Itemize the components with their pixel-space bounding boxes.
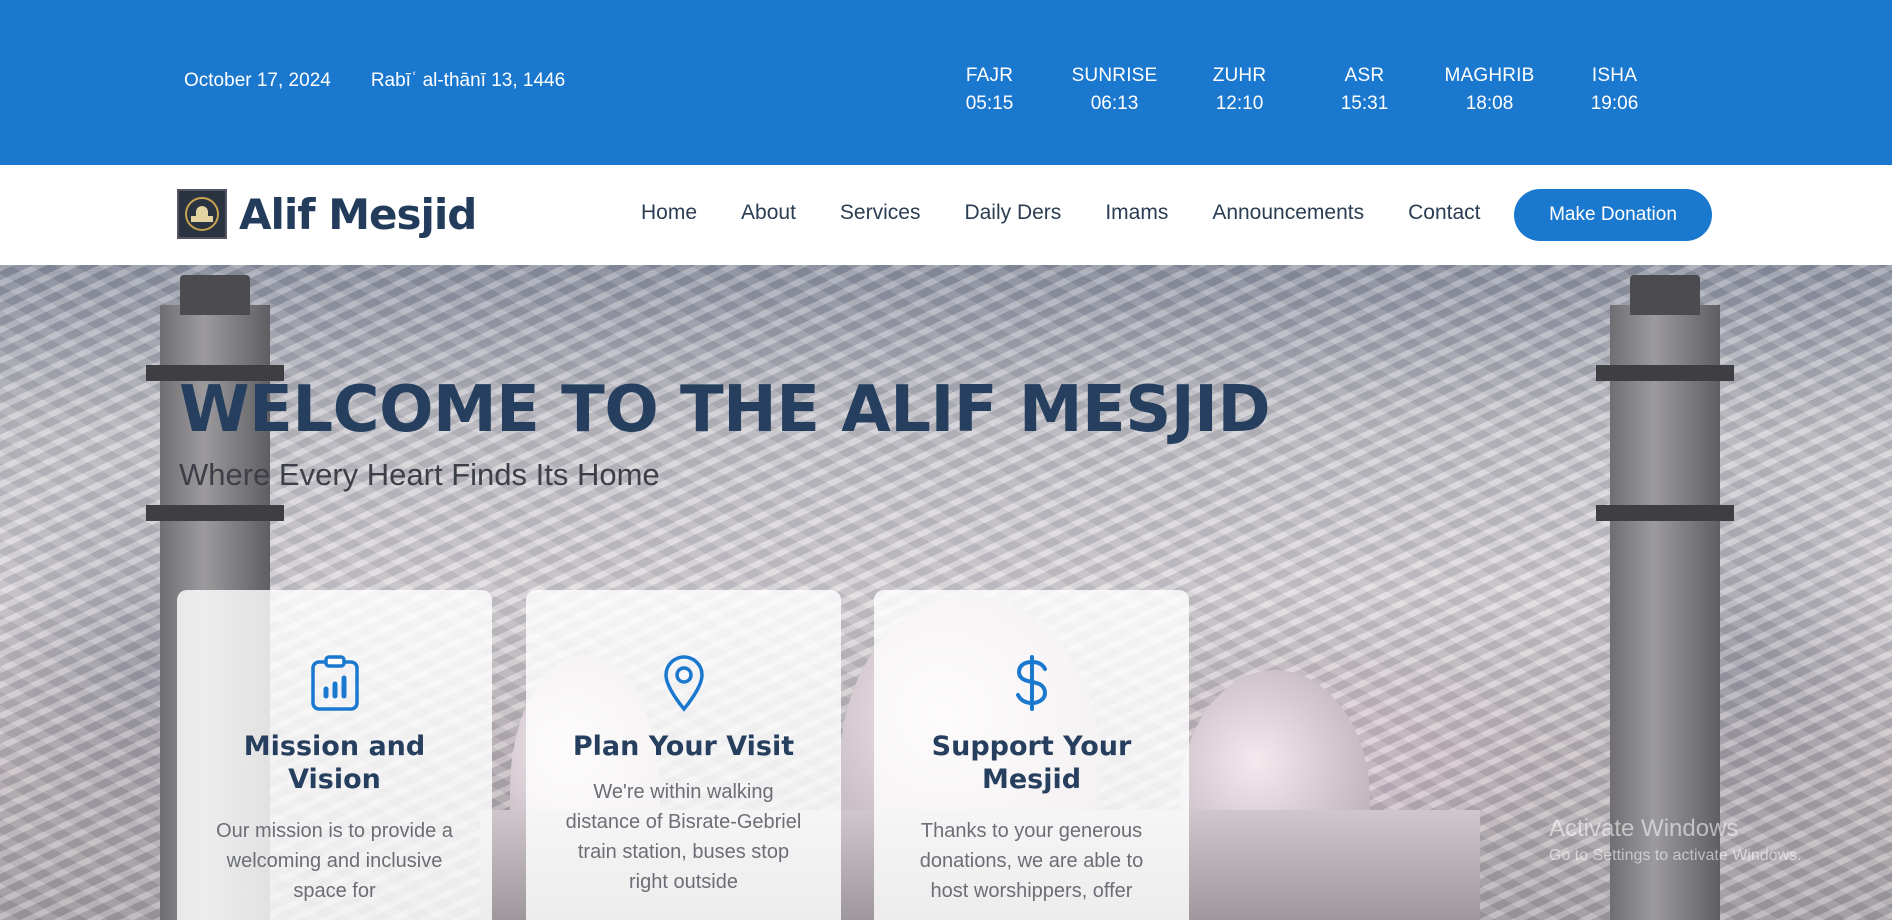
hero-subtitle: Where Every Heart Finds Its Home	[179, 457, 660, 492]
prayer-time: 06:13	[1090, 93, 1139, 114]
prayer-time: 12:10	[1215, 93, 1264, 114]
nav-item-about[interactable]: About	[741, 201, 796, 225]
prayer-isha: ISHA 19:06	[1552, 62, 1677, 118]
map-pin-icon	[526, 654, 841, 712]
card-title: Plan Your Visit	[572, 731, 795, 762]
hero-title: WELCOME TO THE ALIF MESJID	[179, 373, 1271, 447]
prayer-sunrise: SUNRISE 06:13	[1052, 62, 1177, 118]
nav-item-imams[interactable]: Imams	[1105, 201, 1168, 225]
card-plan-visit[interactable]: Plan Your Visit We're within walking dis…	[526, 590, 841, 920]
prayer-name: FAJR	[965, 65, 1014, 86]
prayer-times-bar: October 17, 2024 Rabīʿ al-thānī 13, 1446…	[0, 0, 1892, 165]
nav-item-home[interactable]: Home	[641, 201, 697, 225]
card-text: Thanks to your generous donations, we ar…	[919, 820, 1144, 902]
activate-windows-watermark: Activate Windows Go to Settings to activ…	[1549, 815, 1802, 865]
prayer-asr: ASR 15:31	[1302, 62, 1427, 118]
brand-logo-link[interactable]: Alif Mesjid	[177, 189, 477, 239]
prayer-fajr: FAJR 05:15	[927, 62, 1052, 118]
main-navbar: Alif Mesjid Home About Services Daily De…	[0, 165, 1892, 265]
prayer-zuhr: ZUHR 12:10	[1177, 62, 1302, 118]
card-title: Mission and Vision	[243, 731, 426, 795]
prayer-time: 19:06	[1590, 93, 1639, 114]
nav-menu: Home About Services Daily Ders Imams Ann…	[641, 201, 1480, 225]
nav-item-services[interactable]: Services	[840, 201, 921, 225]
nav-item-announcements[interactable]: Announcements	[1212, 201, 1364, 225]
card-mission-vision[interactable]: Mission and Vision Our mission is to pro…	[177, 590, 492, 920]
date-display: October 17, 2024 Rabīʿ al-thānī 13, 1446	[184, 70, 565, 92]
nav-item-daily-ders[interactable]: Daily Ders	[964, 201, 1061, 225]
clipboard-chart-icon	[177, 654, 492, 712]
hijri-date: Rabīʿ al-thānī 13, 1446	[370, 70, 566, 91]
brand-name: Alif Mesjid	[239, 189, 477, 239]
prayer-name: ASR	[1344, 65, 1385, 86]
watermark-title: Activate Windows	[1549, 815, 1739, 842]
card-support-mesjid[interactable]: Support Your Mesjid Thanks to your gener…	[874, 590, 1189, 920]
prayer-name: ISHA	[1591, 65, 1638, 86]
card-text: We're within walking distance of Bisrate…	[565, 781, 802, 893]
prayer-name: ZUHR	[1212, 65, 1267, 86]
watermark-subtitle: Go to Settings to activate Windows.	[1549, 847, 1802, 864]
prayer-name: SUNRISE	[1071, 65, 1158, 86]
mosque-logo-icon	[177, 189, 227, 239]
prayer-time: 18:08	[1465, 93, 1514, 114]
prayer-name: MAGHRIB	[1444, 65, 1535, 86]
card-text: Our mission is to provide a welcoming an…	[216, 820, 453, 902]
gregorian-date: October 17, 2024	[184, 70, 331, 91]
dollar-icon	[874, 654, 1189, 712]
prayer-maghrib: MAGHRIB 18:08	[1427, 62, 1552, 118]
card-title: Support Your Mesjid	[931, 731, 1132, 795]
prayer-times-list: FAJR 05:15 SUNRISE 06:13 ZUHR 12:10 ASR …	[927, 62, 1677, 118]
make-donation-button[interactable]: Make Donation	[1514, 189, 1712, 241]
nav-item-contact[interactable]: Contact	[1408, 201, 1480, 225]
prayer-time: 05:15	[965, 93, 1014, 114]
prayer-time: 15:31	[1340, 93, 1389, 114]
